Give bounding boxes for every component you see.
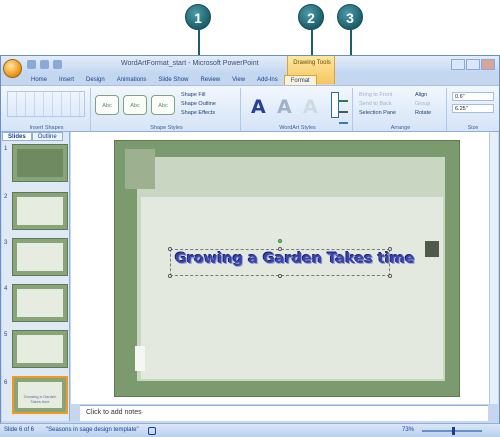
text-effects-icon[interactable] [339,116,348,124]
close-icon[interactable] [481,59,495,70]
slide-thumbnail-2[interactable] [12,192,68,230]
slide-thumbnail-1[interactable] [12,144,68,182]
arrange-group: Bring to Front Send to Back Selection Pa… [355,88,447,131]
tab-insert[interactable]: Insert [53,75,80,85]
ribbon: Insert Shapes Abc Abc Abc Shape Fill Sha… [1,85,499,132]
save-icon[interactable] [27,60,36,69]
spell-check-icon[interactable] [148,427,156,435]
send-to-back-button[interactable]: Send to Back [359,100,396,109]
redo-icon[interactable] [53,60,62,69]
size-label: Size [467,125,479,131]
slide-thumbnail-5[interactable] [12,330,68,368]
window-title: WordArtFormat_start - Microsoft PowerPoi… [121,60,259,67]
title-bar: WordArtFormat_start - Microsoft PowerPoi… [1,56,499,84]
thumb6-text: Growing a Garden Takes time [18,382,62,408]
slide-thumbnail-4[interactable] [12,284,68,322]
shape-styles-label: Shape Styles [150,125,183,131]
shape-style-3[interactable]: Abc [151,95,175,115]
zoom-thumb[interactable] [452,427,455,435]
wordart-text[interactable]: Growing a Garden Takes time [175,251,415,267]
thumb-number: 1 [4,146,8,152]
group-button[interactable]: Group [415,100,431,109]
office-button-icon[interactable] [3,59,22,78]
resize-handle[interactable] [278,274,282,278]
slides-pane: Slides Outline 1 2 3 4 5 6 Growing a Gar… [2,132,70,421]
quick-access-toolbar [27,60,62,69]
shape-styles-group: Abc Abc Abc Shape Fill Shape Outline Sha… [93,88,241,131]
slide-content-panel [141,197,443,379]
shape-outline-button[interactable]: Shape Outline [181,100,216,109]
thumb-number: 5 [4,332,8,338]
tab-design[interactable]: Design [80,75,111,85]
wordart-style-1[interactable]: A [251,96,266,118]
resize-handle[interactable] [168,274,172,278]
window-controls [451,59,495,70]
arrange-label: Arrange [390,125,411,131]
tab-format[interactable]: Format [283,75,317,85]
text-fill-icon[interactable] [339,94,348,102]
tab-home[interactable]: Home [25,75,53,85]
notes-pane[interactable]: Click to add notes [80,405,488,421]
slide-deco-block [125,149,155,189]
shape-effects-button[interactable]: Shape Effects [181,109,216,118]
drawing-tools-label: Drawing Tools [293,60,331,66]
slide-deco-block [425,241,439,257]
tab-animations[interactable]: Animations [111,75,153,85]
thumb-number: 2 [4,194,8,200]
callout-3: 3 [337,4,363,30]
height-field[interactable]: 0.6" [452,92,494,101]
slide-thumbnail-6[interactable]: Growing a Garden Takes time [12,376,68,414]
shape-style-2[interactable]: Abc [123,95,147,115]
theme-name: "Seasons in sage design template" [46,427,139,433]
tab-add-ins[interactable]: Add-Ins [251,75,284,85]
tab-slides[interactable]: Slides [2,132,32,141]
undo-icon[interactable] [40,60,49,69]
resize-handle[interactable] [168,247,172,251]
size-group: 0.6" 6.25" Size [449,88,497,131]
wordart-styles-label: WordArt Styles [279,125,316,131]
align-button[interactable]: Align [415,91,431,100]
insert-shapes-label: Insert Shapes [29,125,64,131]
ribbon-tabs: Home Insert Design Animations Slide Show… [25,75,317,85]
callout-1: 1 [185,4,211,30]
thumb-number: 3 [4,240,8,246]
status-bar: Slide 6 of 6 "Seasons in sage design tem… [0,423,500,437]
thumb-number: 6 [4,380,8,386]
resize-handle[interactable] [388,274,392,278]
wordart-more-button[interactable] [331,92,339,118]
shape-style-1[interactable]: Abc [95,95,119,115]
tab-slide-show[interactable]: Slide Show [152,75,194,85]
tab-view[interactable]: View [226,75,251,85]
slide-counter: Slide 6 of 6 [4,427,35,433]
vertical-scrollbar[interactable] [489,132,498,404]
maximize-icon[interactable] [466,59,480,70]
width-field[interactable]: 6.25" [452,104,494,113]
insert-shapes-group: Insert Shapes [3,88,91,131]
tab-outline[interactable]: Outline [31,132,63,141]
callout-2: 2 [298,4,324,30]
text-outline-icon[interactable] [339,105,348,113]
wordart-style-2[interactable]: A [277,96,292,118]
shapes-gallery[interactable] [7,91,85,117]
wordart-style-3[interactable]: A [303,96,318,118]
zoom-level[interactable]: 73% [402,427,414,433]
rotate-button[interactable]: Rotate [415,109,431,118]
tab-review[interactable]: Review [194,75,226,85]
minimize-icon[interactable] [451,59,465,70]
selection-pane-button[interactable]: Selection Pane [359,109,396,118]
slide-thumbnail-3[interactable] [12,238,68,276]
slide-deco-block [135,346,145,371]
bring-to-front-button[interactable]: Bring to Front [359,91,396,100]
thumb-number: 4 [4,286,8,292]
rotation-handle[interactable] [278,239,282,243]
shape-fill-button[interactable]: Shape Fill [181,91,216,100]
